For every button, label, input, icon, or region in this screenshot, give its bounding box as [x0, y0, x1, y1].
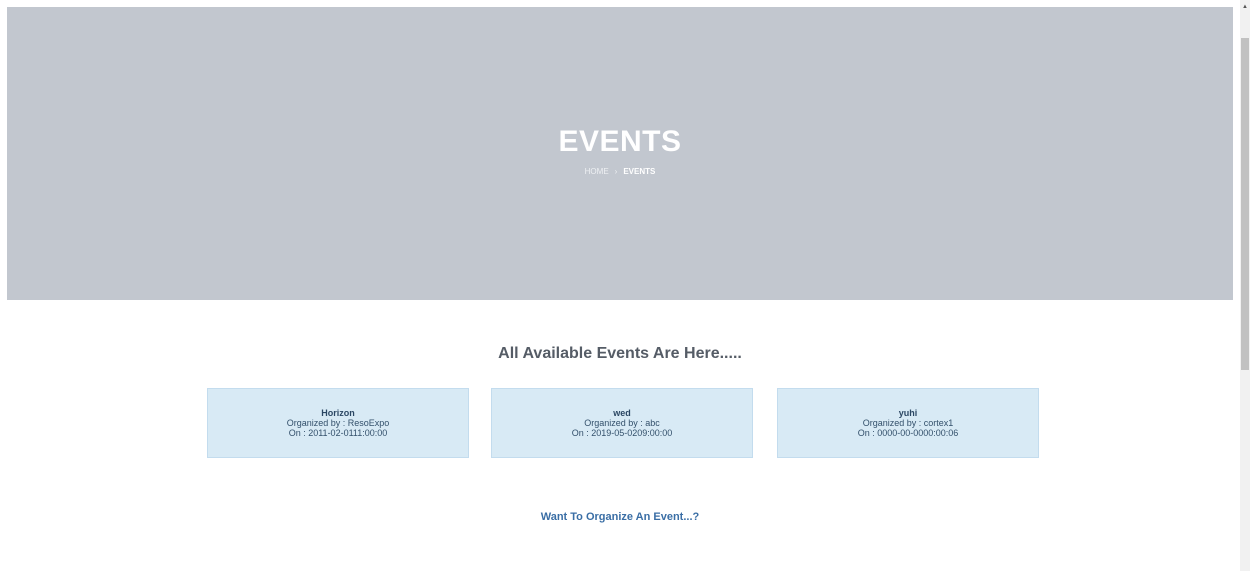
hero-banner: EVENTS HOME › EVENTS: [7, 7, 1233, 300]
event-organizer: Organized by : cortex1: [862, 418, 954, 428]
event-organizer: Organized by : abc: [584, 418, 660, 428]
event-date: On : 0000-00-0000:00:06: [857, 428, 959, 438]
event-name: Horizon: [321, 408, 355, 418]
event-date: On : 2011-02-0111:00:00: [288, 428, 388, 438]
page-title: EVENTS: [558, 125, 682, 158]
event-card-horizon[interactable]: Horizon Organized by : ResoExpo On : 201…: [207, 388, 469, 458]
event-organizer: Organized by : ResoExpo: [286, 418, 390, 428]
event-card-yuhi[interactable]: yuhi Organized by : cortex1 On : 0000-00…: [777, 388, 1039, 458]
scrollbar-thumb[interactable]: [1241, 38, 1249, 370]
events-page: EVENTS HOME › EVENTS All Available Events …: [0, 0, 1240, 571]
browser-viewport: EVENTS HOME › EVENTS All Available Events …: [0, 0, 1250, 571]
breadcrumb: HOME › EVENTS: [7, 167, 1233, 176]
event-date: On : 2019-05-0209:00:00: [571, 428, 673, 438]
scroll-up-arrow-icon[interactable]: ▲: [1240, 0, 1250, 14]
breadcrumb-separator-icon: ›: [614, 167, 618, 176]
event-name: yuhi: [898, 408, 918, 418]
event-card-wed[interactable]: wed Organized by : abc On : 2019-05-0209…: [491, 388, 753, 458]
organize-event-link[interactable]: Want To Organize An Event...?: [0, 511, 1240, 523]
vertical-scrollbar[interactable]: ▲: [1240, 0, 1250, 571]
event-name: wed: [613, 408, 631, 418]
breadcrumb-current: EVENTS: [623, 167, 656, 176]
breadcrumb-home-link[interactable]: HOME: [585, 167, 609, 176]
section-title: All Available Events Are Here.....: [498, 345, 742, 362]
